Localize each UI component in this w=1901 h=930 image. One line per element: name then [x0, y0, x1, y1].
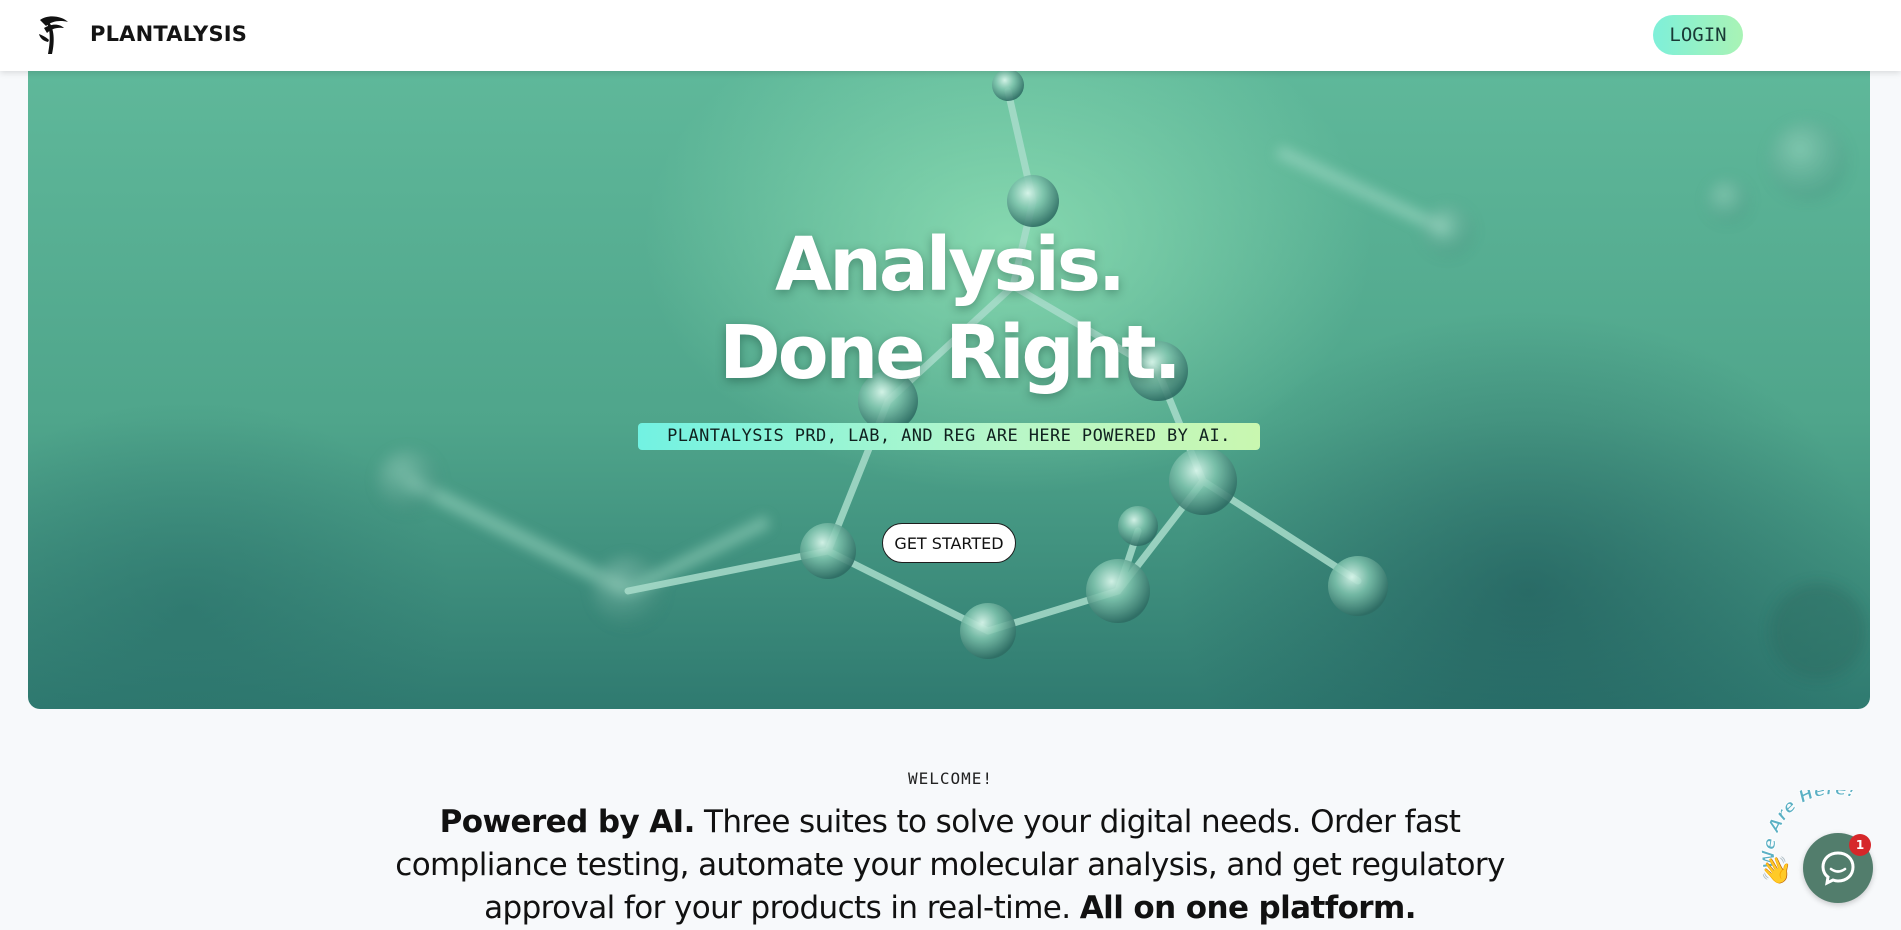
waving-hand-icon: 👋: [1760, 855, 1793, 885]
welcome-label: WELCOME!: [907, 769, 994, 788]
welcome-closing: All on one platform.: [1079, 890, 1417, 926]
chat-bubble-icon: [1821, 851, 1855, 886]
hero-headline-line-2: Done Right.: [719, 310, 1181, 396]
hero-tagline: PLANTALYSIS PRD, LAB, AND REG ARE HERE P…: [638, 423, 1260, 450]
top-navbar: PLANTALYSIS LOGIN: [0, 0, 1901, 71]
welcome-lead: Powered by AI.: [439, 804, 696, 840]
login-button[interactable]: LOGIN: [1653, 15, 1743, 55]
hero-banner: Analysis. Done Right. PLANTALYSIS PRD, L…: [28, 71, 1870, 709]
notification-badge: 1: [1849, 834, 1871, 856]
hero-headline-line-1: Analysis.: [774, 222, 1126, 308]
plantalysis-logo-icon[interactable]: [36, 14, 72, 56]
get-started-button[interactable]: GET STARTED: [882, 523, 1016, 563]
hero-headline: Analysis. Done Right.: [28, 221, 1870, 397]
brand-name[interactable]: PLANTALYSIS: [90, 22, 247, 46]
welcome-description: Powered by AI. Three suites to solve you…: [390, 801, 1510, 930]
